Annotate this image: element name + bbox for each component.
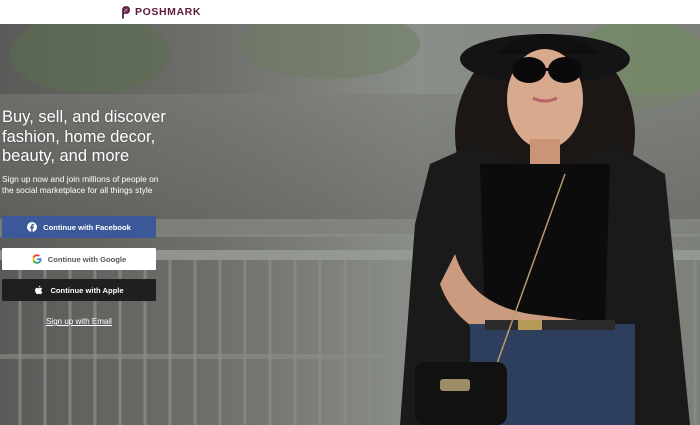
facebook-button-label: Continue with Facebook [43,222,131,232]
hero-headline: Buy, sell, and discover fashion, home de… [2,108,166,165]
apple-icon [34,285,44,295]
google-icon [32,254,42,264]
top-bar: POSHMARK [0,0,700,24]
poshmark-p-icon [120,5,132,19]
continue-with-google-button[interactable]: Continue with Google [2,248,156,270]
hero-subtext: Sign up now and join millions of people … [2,174,159,195]
facebook-icon [27,222,38,232]
continue-with-apple-button[interactable]: Continue with Apple [2,279,156,301]
poshmark-logo[interactable]: POSHMARK [120,4,201,20]
google-button-label: Continue with Google [47,254,127,264]
logo-text: POSHMARK [135,6,202,18]
sign-up-with-email-link[interactable]: Sign up with Email [2,317,156,326]
continue-with-facebook-button[interactable]: Continue with Facebook [2,216,156,238]
hero-section: Buy, sell, and discover fashion, home de… [0,24,700,425]
apple-button-label: Continue with Apple [50,285,124,295]
